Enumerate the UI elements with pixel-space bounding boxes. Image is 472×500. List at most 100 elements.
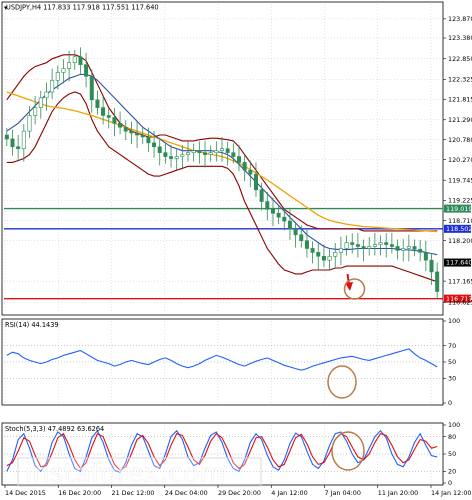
candle-body (123, 126, 128, 132)
candle-body (231, 152, 236, 157)
candle-body (299, 234, 304, 241)
candle-body (321, 255, 326, 261)
candle-body (50, 79, 55, 93)
candle-body (242, 162, 247, 171)
x-tick-label: 7 Jan 04:00 (325, 489, 361, 497)
y-tick-label: 120.270 (448, 156, 472, 164)
y-tick-label: 80 (448, 433, 456, 441)
candle-body (435, 271, 440, 292)
candle-body (208, 152, 213, 155)
candle-body (67, 62, 72, 69)
candle-body (152, 142, 157, 148)
collapse-arrow-icon[interactable]: ▾ (4, 4, 8, 12)
candle-body (214, 150, 219, 153)
y-tick-label: 0 (448, 479, 452, 487)
candle-body (89, 76, 94, 101)
y-tick-label: 118.710 (448, 217, 472, 225)
candle-body (106, 115, 111, 118)
chart-canvas: 119.019118.502117.640116.717 123.870123.… (1, 1, 472, 497)
candle-body (316, 252, 321, 257)
candle-body (389, 244, 394, 247)
y-tick-label: 30 (448, 375, 456, 383)
candle-body (163, 152, 168, 157)
x-tick-label: 24 Dec 04:00 (165, 489, 208, 497)
y-tick-label: 50 (448, 450, 456, 458)
watermark-text: instaforex.com (25, 458, 226, 489)
stoch-y-axis: 100 80 50 20 0 (443, 421, 460, 487)
candle-body (180, 154, 185, 157)
candle-body (429, 259, 434, 273)
candle-body (169, 156, 174, 159)
candle-body (270, 209, 275, 214)
stoch-panel-title: Stoch(5,3,3) 47.4892 63.6264 (5, 425, 104, 433)
y-tick-label: 119.225 (448, 197, 472, 205)
candle-body (118, 122, 123, 128)
level-tag-label: 118.502 (446, 225, 472, 233)
rsi-y-axis: 100 70 50 30 0 (443, 317, 460, 407)
y-tick-label: 100 (448, 421, 460, 429)
candle-body (350, 242, 355, 245)
candle-body (293, 228, 298, 236)
candle-body (33, 107, 38, 116)
candle-body (406, 246, 411, 249)
candle-body (418, 248, 423, 253)
x-tick-label: 11 Jan 20:00 (378, 489, 418, 497)
candle-body (248, 169, 253, 175)
y-tick-label: 122.850 (448, 55, 472, 63)
candle-body (367, 246, 372, 249)
candle-body (333, 252, 338, 257)
x-tick-label: 21 Dec 12:00 (112, 489, 155, 497)
y-tick-label: 121.290 (448, 116, 472, 124)
y-tick-label: 121.815 (448, 95, 472, 103)
candle-body (38, 97, 43, 108)
candle-body (84, 64, 89, 77)
candle-body (129, 130, 134, 134)
candle-body (44, 91, 49, 99)
candle-body (95, 99, 100, 108)
candle-body (112, 117, 117, 124)
y-tick-label: 20 (448, 468, 456, 476)
candle-body (310, 248, 315, 253)
y-tick-label: 123.870 (448, 15, 472, 23)
y-tick-label: 123.380 (448, 34, 472, 42)
candle-body (287, 220, 292, 230)
candle-body (225, 148, 230, 153)
x-tick-label: 14 Jan 12:00 (431, 489, 471, 497)
x-tick-label: 14 Dec 2015 (5, 489, 46, 497)
rsi-panel-title: RSI(14) 44.1439 (5, 321, 59, 329)
candle-body (265, 201, 270, 210)
level-tag-label: 119.019 (446, 205, 472, 213)
candle-body (186, 152, 191, 155)
candle-body (146, 136, 151, 144)
candle-body (372, 244, 377, 247)
candle-body (282, 216, 287, 222)
candle-body (395, 246, 400, 251)
y-tick-label: 117.165 (448, 277, 472, 285)
candle-body (16, 146, 21, 150)
candle-body (78, 56, 83, 65)
x-tick-label: 16 Dec 20:00 (58, 489, 101, 497)
level-tag-label: 117.640 (446, 259, 472, 267)
candle-body (55, 72, 60, 81)
x-tick-label: 4 Jan 12:00 (271, 489, 307, 497)
candle-body (423, 252, 428, 261)
candle-body (72, 56, 77, 63)
candle-body (10, 138, 15, 148)
candle-body (174, 156, 179, 159)
candle-body (157, 146, 162, 153)
candle-body (21, 130, 26, 150)
candle-body (384, 242, 389, 245)
x-tick-label: 29 Dec 20:00 (218, 489, 261, 497)
candle-body (344, 242, 349, 249)
candle-body (135, 132, 140, 136)
stoch-panel: 1008050200 Stoch(5,3,3) 47.4892 63.6264 … (1, 421, 460, 489)
candle-body (61, 68, 66, 73)
y-tick-label: 100 (448, 317, 460, 325)
candle-body (101, 107, 106, 116)
candle-body (361, 246, 366, 249)
y-tick-label: 122.325 (448, 75, 472, 83)
candle-body (140, 134, 145, 138)
candle-body (4, 134, 9, 140)
y-tick-label: 70 (448, 342, 456, 350)
y-tick-label: 0 (448, 399, 452, 407)
